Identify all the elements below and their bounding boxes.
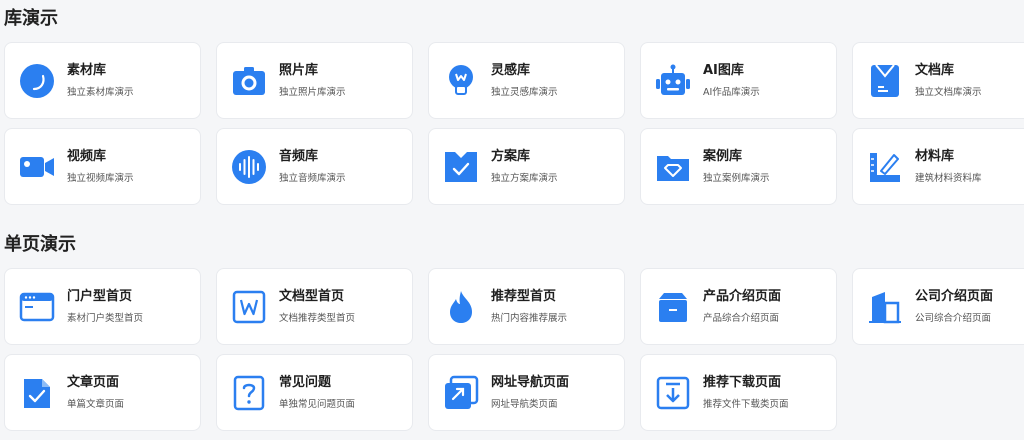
card-title: 推荐下载页面 bbox=[703, 375, 782, 390]
card-description: 文档推荐类型首页 bbox=[279, 313, 356, 324]
card-title: 素材库 bbox=[67, 63, 107, 78]
card-title: 案例库 bbox=[703, 149, 743, 164]
card-description: 独立视频库演示 bbox=[67, 173, 134, 184]
card-description: 产品综合介绍页面 bbox=[703, 313, 780, 324]
library-grid: 素材库 独立素材库演示 照片库 独立照片库演示 灵感库 独立灵感库演示 AI图库… bbox=[4, 42, 1024, 205]
card-title: 文章页面 bbox=[67, 375, 120, 390]
material-library-icon bbox=[19, 63, 55, 99]
card-ai-library[interactable]: AI图库 AI作品库演示 bbox=[640, 42, 837, 119]
question-icon bbox=[231, 375, 267, 411]
card-description: 公司综合介绍页面 bbox=[915, 313, 992, 324]
card-title: 公司介绍页面 bbox=[915, 289, 994, 304]
card-inspiration-library[interactable]: 灵感库 独立灵感库演示 bbox=[428, 42, 625, 119]
card-title: 音频库 bbox=[279, 149, 319, 164]
card-case-library[interactable]: 案例库 独立案例库演示 bbox=[640, 128, 837, 205]
video-camera-icon bbox=[19, 149, 55, 185]
building-icon bbox=[867, 289, 903, 325]
checked-folder-icon bbox=[443, 149, 479, 185]
card-plan-library[interactable]: 方案库 独立方案库演示 bbox=[428, 128, 625, 205]
card-description: 独立方案库演示 bbox=[491, 173, 558, 184]
section-title-single-pages: 单页演示 bbox=[4, 234, 76, 255]
card-description: 素材门户类型首页 bbox=[67, 313, 144, 324]
camera-icon bbox=[231, 63, 267, 99]
card-title: 门户型首页 bbox=[67, 289, 133, 304]
card-description: 推荐文件下载类页面 bbox=[703, 399, 789, 410]
card-description: AI作品库演示 bbox=[703, 87, 760, 98]
card-description: 独立照片库演示 bbox=[279, 87, 346, 98]
card-description: 单独常见问题页面 bbox=[279, 399, 356, 410]
card-description: 独立素材库演示 bbox=[67, 87, 134, 98]
ruler-pen-icon bbox=[867, 149, 903, 185]
card-description: 热门内容推荐展示 bbox=[491, 313, 568, 324]
card-video-library[interactable]: 视频库 独立视频库演示 bbox=[4, 128, 201, 205]
card-product-intro-page[interactable]: 产品介绍页面 产品综合介绍页面 bbox=[640, 268, 837, 345]
card-photo-library[interactable]: 照片库 独立照片库演示 bbox=[216, 42, 413, 119]
card-title: AI图库 bbox=[703, 63, 744, 78]
card-title: 常见问题 bbox=[279, 375, 332, 390]
card-title: 方案库 bbox=[491, 149, 531, 164]
card-url-navigation-page[interactable]: 网址导航页面 网址导航类页面 bbox=[428, 354, 625, 431]
card-description: 独立音频库演示 bbox=[279, 173, 346, 184]
browser-window-icon bbox=[19, 289, 55, 325]
word-document-icon bbox=[231, 289, 267, 325]
robot-icon bbox=[655, 63, 691, 99]
card-title: 视频库 bbox=[67, 149, 107, 164]
link-icon bbox=[443, 375, 479, 411]
card-material-library[interactable]: 素材库 独立素材库演示 bbox=[4, 42, 201, 119]
card-description: 独立灵感库演示 bbox=[491, 87, 558, 98]
audio-wave-icon bbox=[231, 149, 267, 185]
card-faq-page[interactable]: 常见问题 单独常见问题页面 bbox=[216, 354, 413, 431]
card-title: 灵感库 bbox=[491, 63, 531, 78]
card-title: 产品介绍页面 bbox=[703, 289, 782, 304]
card-recommend-homepage[interactable]: 推荐型首页 热门内容推荐展示 bbox=[428, 268, 625, 345]
card-title: 材料库 bbox=[915, 149, 955, 164]
single-page-grid: 门户型首页 素材门户类型首页 文档型首页 文档推荐类型首页 推荐型首页 热门内容… bbox=[4, 268, 1024, 431]
download-icon bbox=[655, 375, 691, 411]
card-description: 单篇文章页面 bbox=[67, 399, 125, 410]
card-materials-library[interactable]: 材料库 建筑材料资料库 bbox=[852, 128, 1024, 205]
diamond-folder-icon bbox=[655, 149, 691, 185]
section-title-libraries: 库演示 bbox=[4, 8, 58, 29]
card-title: 照片库 bbox=[279, 63, 319, 78]
card-portal-homepage[interactable]: 门户型首页 素材门户类型首页 bbox=[4, 268, 201, 345]
card-title: 网址导航页面 bbox=[491, 375, 570, 390]
flame-icon bbox=[443, 289, 479, 325]
card-title: 文档库 bbox=[915, 63, 955, 78]
product-box-icon bbox=[655, 289, 691, 325]
card-description: 网址导航类页面 bbox=[491, 399, 558, 410]
card-article-page[interactable]: 文章页面 单篇文章页面 bbox=[4, 354, 201, 431]
card-description: 独立文档库演示 bbox=[915, 87, 982, 98]
card-title: 文档型首页 bbox=[279, 289, 345, 304]
card-document-library[interactable]: 文档库 独立文档库演示 bbox=[852, 42, 1024, 119]
card-audio-library[interactable]: 音频库 独立音频库演示 bbox=[216, 128, 413, 205]
card-download-page[interactable]: 推荐下载页面 推荐文件下载类页面 bbox=[640, 354, 837, 431]
lightbulb-icon bbox=[443, 63, 479, 99]
card-description: 独立案例库演示 bbox=[703, 173, 770, 184]
document-icon bbox=[867, 63, 903, 99]
card-company-intro-page[interactable]: 公司介绍页面 公司综合介绍页面 bbox=[852, 268, 1024, 345]
card-document-homepage[interactable]: 文档型首页 文档推荐类型首页 bbox=[216, 268, 413, 345]
card-description: 建筑材料资料库 bbox=[915, 173, 982, 184]
article-check-icon bbox=[19, 375, 55, 411]
card-title: 推荐型首页 bbox=[491, 289, 557, 304]
